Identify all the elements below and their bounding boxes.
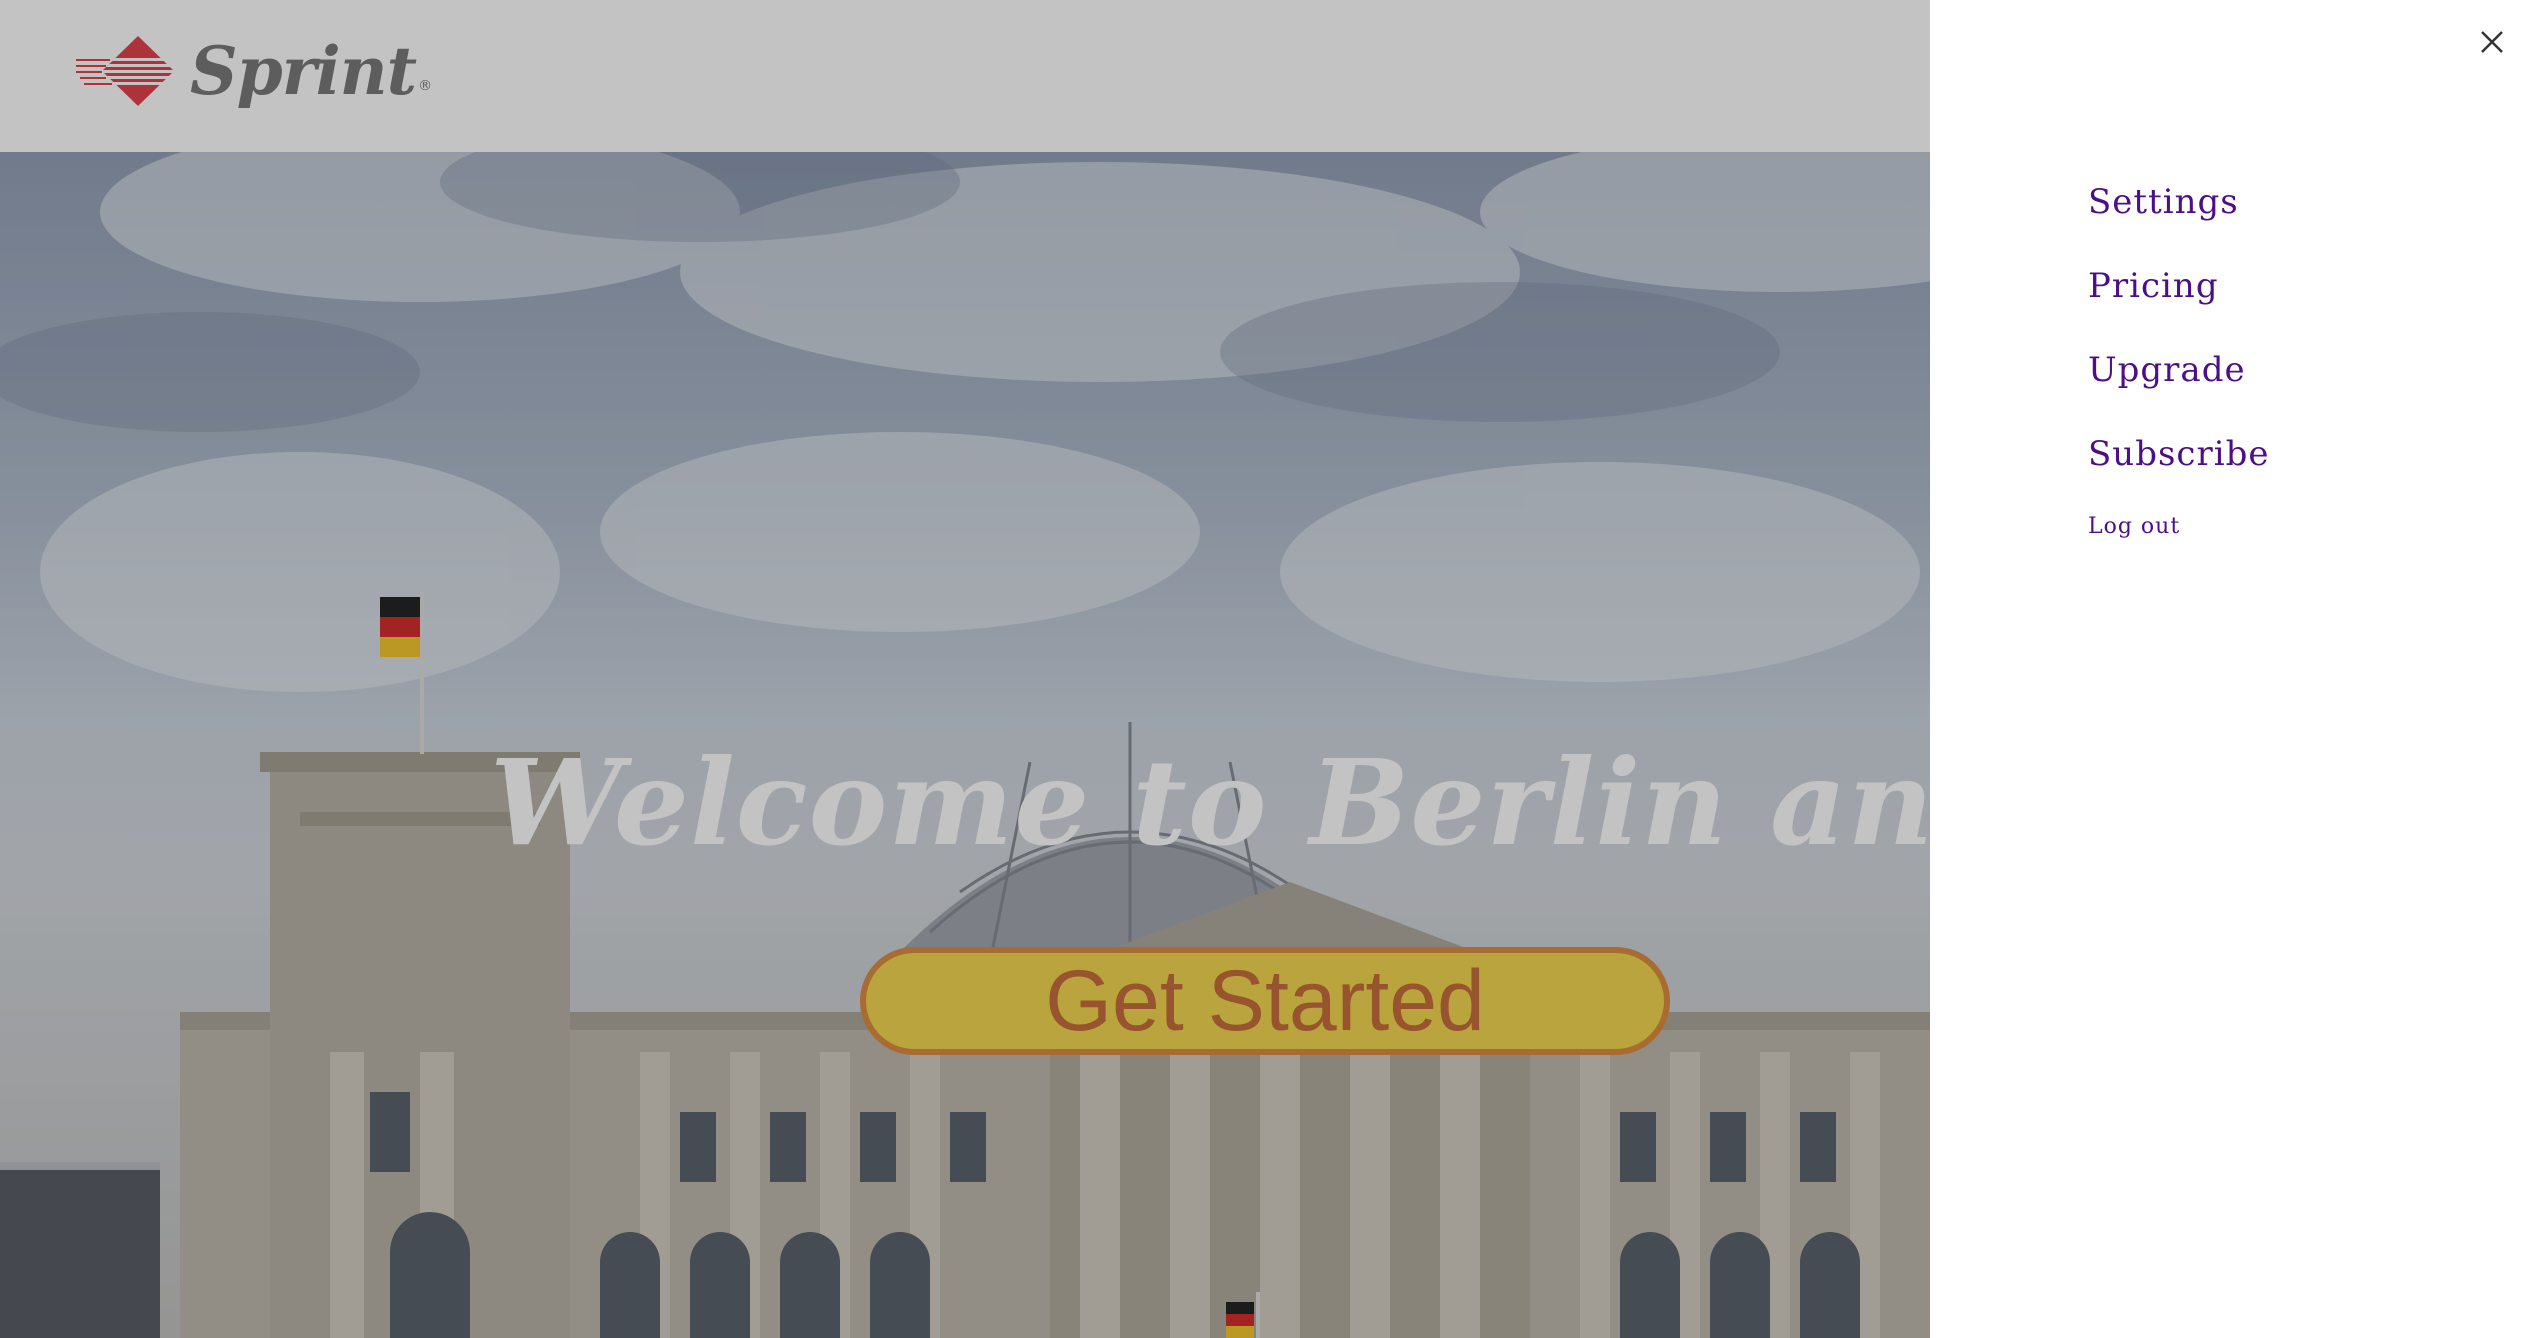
drawer-backdrop[interactable]: [0, 0, 1930, 1338]
close-icon: [2481, 31, 2503, 53]
close-drawer-button[interactable]: [2478, 28, 2506, 56]
menu-item-subscribe[interactable]: Subscribe: [2088, 424, 2269, 508]
side-drawer: Settings Pricing Upgrade Subscribe Log o…: [1930, 0, 2524, 1338]
page: Sprint ® Welcome to Berlin and the futur…: [0, 0, 2524, 1338]
menu-item-pricing[interactable]: Pricing: [2088, 256, 2269, 340]
menu-item-settings[interactable]: Settings: [2088, 172, 2269, 256]
menu-item-upgrade[interactable]: Upgrade: [2088, 340, 2269, 424]
drawer-menu: Settings Pricing Upgrade Subscribe: [2088, 172, 2269, 508]
logout-link[interactable]: Log out: [2088, 514, 2180, 539]
